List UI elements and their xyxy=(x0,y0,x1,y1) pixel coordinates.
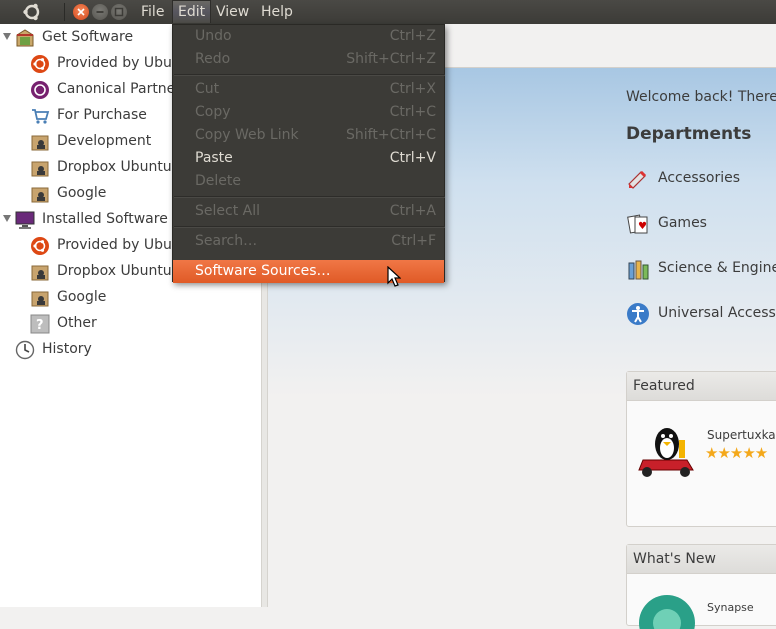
menu-item-label: Search… xyxy=(195,233,258,249)
close-window-button[interactable] xyxy=(73,4,89,20)
whats-new-panel: What's New Synapse xyxy=(626,544,776,629)
sidebar-item-label: Other xyxy=(57,315,97,331)
whats-new-app-name[interactable]: Synapse xyxy=(707,601,754,614)
menu-item-label: Delete xyxy=(195,173,241,189)
svg-text:♥: ♥ xyxy=(638,221,647,232)
featured-heading: Featured xyxy=(627,372,776,401)
menu-item-label: Software Sources… xyxy=(195,263,331,279)
expander-icon[interactable] xyxy=(3,33,11,40)
canonical-icon xyxy=(31,81,49,99)
menu-item-cut[interactable]: Cut Ctrl+X xyxy=(173,78,444,101)
top-panel: File Edit View Help xyxy=(0,0,776,24)
welcome-text: Welcome back! There a xyxy=(626,89,776,105)
synapse-app-icon[interactable] xyxy=(635,589,699,629)
question-icon: ? xyxy=(30,314,50,334)
menu-item-shortcut: Shift+Ctrl+C xyxy=(346,127,436,143)
minimize-window-button[interactable] xyxy=(92,4,108,20)
games-icon: ♥ xyxy=(627,214,648,234)
menu-separator xyxy=(174,74,445,76)
monitor-icon xyxy=(15,211,35,229)
science-icon xyxy=(628,260,649,280)
menu-item-label: Cut xyxy=(195,81,220,97)
sidebar-item-label: Development xyxy=(57,133,152,149)
package-icon xyxy=(31,291,49,307)
department-label: Universal Access xyxy=(658,305,776,321)
sidebar-item-label: Canonical Partners xyxy=(57,81,189,97)
menu-item-label: Copy Web Link xyxy=(195,127,299,143)
menu-item-redo[interactable]: Redo Shift+Ctrl+Z xyxy=(173,48,444,71)
menu-edit[interactable]: Edit xyxy=(172,0,212,23)
menu-item-label: Paste xyxy=(195,150,233,166)
get-software-icon xyxy=(16,29,34,47)
ubuntu-icon xyxy=(31,55,49,73)
sidebar-item-installed-google[interactable]: Google xyxy=(0,285,261,311)
package-icon xyxy=(31,265,49,281)
menu-item-shortcut: Shift+Ctrl+Z xyxy=(346,51,436,67)
panel-separator xyxy=(64,3,65,21)
whats-new-heading: What's New xyxy=(627,545,776,574)
departments-heading: Departments xyxy=(626,124,752,144)
sidebar-item-label: Installed Software xyxy=(42,211,168,227)
sidebar-item-label: Google xyxy=(57,185,107,201)
menu-item-software-sources[interactable]: Software Sources… xyxy=(173,260,444,283)
menu-item-shortcut: Ctrl+A xyxy=(389,203,436,219)
ubuntu-logo-icon[interactable] xyxy=(22,2,42,22)
ubuntu-icon xyxy=(31,237,49,255)
sidebar-item-label: Dropbox Ubuntu xyxy=(57,159,172,175)
sidebar-item-other[interactable]: ? Other xyxy=(0,311,261,337)
menu-item-paste[interactable]: Paste Ctrl+V xyxy=(173,147,444,170)
menu-item-label: Redo xyxy=(195,51,231,67)
mouse-cursor-icon xyxy=(387,266,401,287)
sidebar-item-history[interactable]: History xyxy=(0,337,261,363)
supertuxkart-app-icon[interactable] xyxy=(635,416,699,480)
rating-stars: ★★★★★ xyxy=(705,444,768,462)
menu-item-shortcut: Ctrl+Z xyxy=(389,28,436,44)
featured-panel: Featured Supertuxkart ★★★★★ xyxy=(626,371,776,527)
menu-item-shortcut: Ctrl+F xyxy=(391,233,436,249)
menu-separator xyxy=(174,226,445,228)
menu-item-shortcut: Ctrl+X xyxy=(389,81,436,97)
sidebar-item-label: Google xyxy=(57,289,107,305)
menu-item-undo[interactable]: Undo Ctrl+Z xyxy=(173,25,444,48)
package-icon xyxy=(31,161,49,177)
menu-item-copy-web-link[interactable]: Copy Web Link Shift+Ctrl+C xyxy=(173,124,444,147)
menu-item-label: Copy xyxy=(195,104,231,120)
package-icon xyxy=(31,187,49,203)
menu-item-label: Undo xyxy=(195,28,232,44)
department-label: Accessories xyxy=(658,170,741,186)
menu-item-select-all[interactable]: Select All Ctrl+A xyxy=(173,200,444,223)
menu-file[interactable]: File xyxy=(136,0,169,24)
menu-item-search[interactable]: Search… Ctrl+F xyxy=(173,230,444,253)
accessories-icon xyxy=(628,170,647,189)
maximize-icon xyxy=(114,7,124,17)
sidebar-item-label: Get Software xyxy=(42,29,134,45)
close-icon xyxy=(77,8,85,16)
menu-item-copy[interactable]: Copy Ctrl+C xyxy=(173,101,444,124)
department-label: Games xyxy=(658,215,707,231)
sidebar-item-label: Dropbox Ubuntu xyxy=(57,263,172,279)
menu-item-delete[interactable]: Delete xyxy=(173,170,444,193)
package-icon xyxy=(31,135,49,151)
maximize-window-button[interactable] xyxy=(111,4,127,20)
edit-menu-dropdown: Undo Ctrl+Z Redo Shift+Ctrl+Z Cut Ctrl+X… xyxy=(172,24,445,283)
sidebar-item-label: History xyxy=(42,341,92,357)
svg-text:?: ? xyxy=(36,318,44,333)
menu-separator xyxy=(174,196,445,198)
expander-icon[interactable] xyxy=(3,215,11,222)
menu-help[interactable]: Help xyxy=(256,0,298,24)
menu-item-shortcut: Ctrl+C xyxy=(389,104,436,120)
minimize-icon xyxy=(96,11,104,13)
department-label: Science & Enginee xyxy=(658,260,776,276)
history-icon xyxy=(15,340,35,360)
accessibility-icon xyxy=(627,303,649,325)
sidebar-item-label: For Purchase xyxy=(57,107,147,123)
menu-item-shortcut: Ctrl+V xyxy=(389,150,436,166)
cart-icon xyxy=(32,109,50,124)
menu-view[interactable]: View xyxy=(211,0,254,24)
featured-app-name[interactable]: Supertuxkart xyxy=(707,428,776,442)
menu-item-label: Select All xyxy=(195,203,260,219)
